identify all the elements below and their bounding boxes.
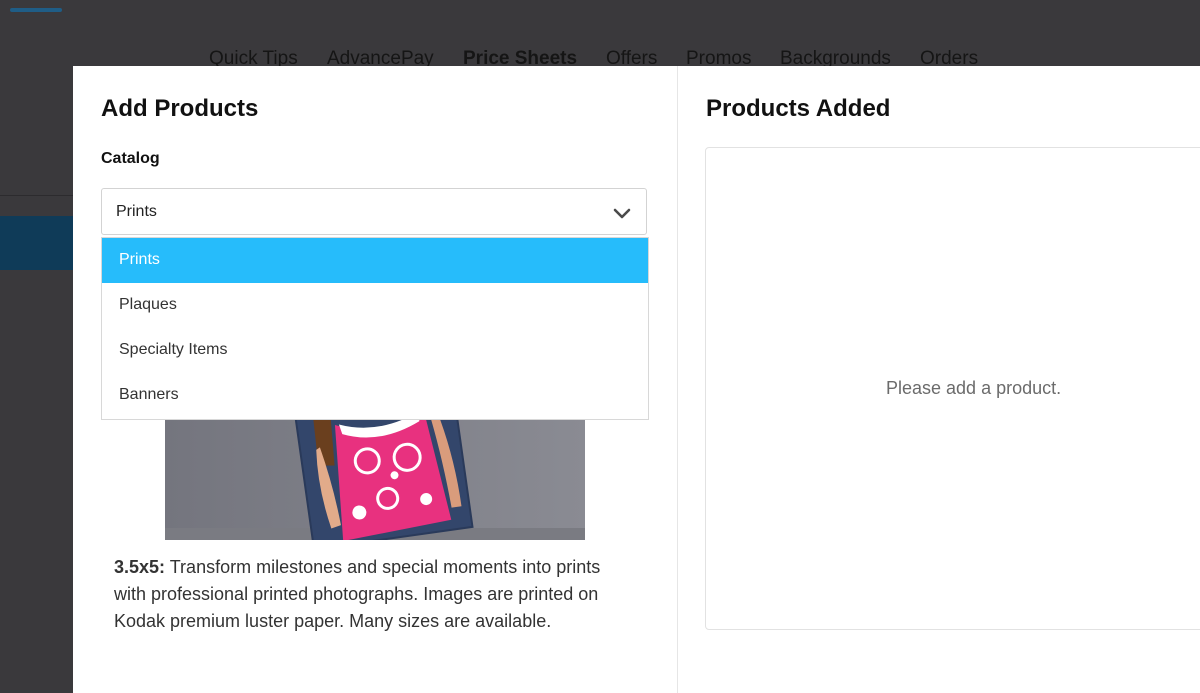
catalog-option-specialty-items[interactable]: Specialty Items bbox=[102, 328, 648, 373]
empty-state-message: Please add a product. bbox=[886, 378, 1062, 398]
product-size: 3.5x5: bbox=[114, 557, 166, 577]
products-added-panel: Products Added Please add a product. bbox=[678, 66, 1200, 693]
background-sidebar-highlight bbox=[0, 216, 73, 270]
products-added-title: Products Added bbox=[706, 95, 891, 122]
background-divider bbox=[0, 195, 73, 196]
product-description: 3.5x5: Transform milestones and special … bbox=[114, 554, 614, 635]
background-accent-bar bbox=[10, 8, 62, 12]
catalog-label: Catalog bbox=[101, 150, 160, 167]
catalog-option-banners[interactable]: Banners bbox=[102, 373, 648, 418]
catalog-select-value: Prints bbox=[116, 203, 157, 220]
product-image bbox=[165, 420, 585, 540]
catalog-dropdown-list: Prints Plaques Specialty Items Banners bbox=[101, 237, 649, 420]
chevron-down-icon bbox=[613, 208, 631, 219]
add-products-modal: Add Products Catalog Prints 3.5x5: Trans… bbox=[73, 66, 1200, 693]
products-added-list: Please add a product. bbox=[705, 147, 1200, 630]
catalog-option-plaques[interactable]: Plaques bbox=[102, 283, 648, 328]
product-description-text: Transform milestones and special moments… bbox=[114, 557, 601, 631]
catalog-select[interactable]: Prints bbox=[101, 188, 647, 235]
add-products-panel: Add Products Catalog Prints 3.5x5: Trans… bbox=[73, 66, 678, 693]
add-products-title: Add Products bbox=[101, 95, 259, 122]
catalog-option-prints[interactable]: Prints bbox=[102, 238, 648, 283]
